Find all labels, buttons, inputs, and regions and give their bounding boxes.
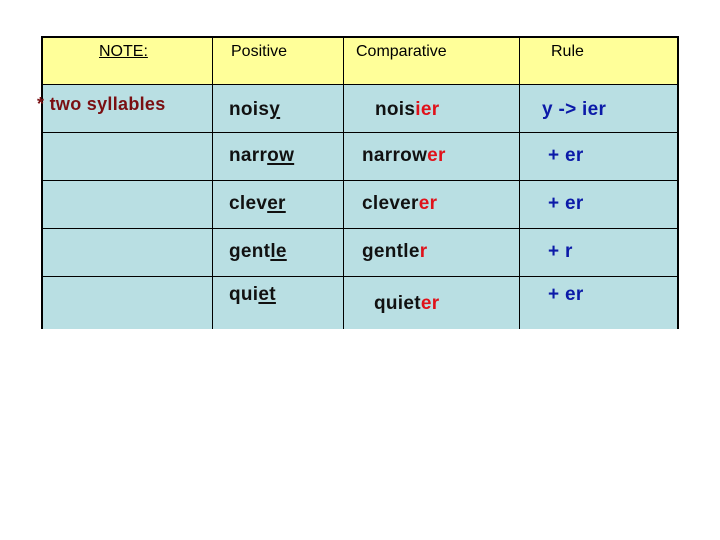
comparative-stem: quiet bbox=[374, 293, 421, 314]
rule-cell: + r bbox=[520, 229, 679, 276]
table-row: clever cleverer + er bbox=[43, 181, 677, 229]
positive-cell: quiet bbox=[213, 277, 344, 329]
rule-text: + er bbox=[548, 284, 584, 305]
comparative-word: noisier bbox=[375, 99, 439, 121]
table-row: gentle gentler + r bbox=[43, 229, 677, 277]
comparative-cell: cleverer bbox=[344, 181, 520, 228]
rule-cell: + er bbox=[520, 133, 679, 180]
rule-text: + er bbox=[548, 193, 584, 214]
header-cell-rule: Rule bbox=[520, 38, 679, 84]
positive-stem: clev bbox=[229, 193, 268, 214]
table-row: narrow narrower + er bbox=[43, 133, 677, 181]
positive-ending: ow bbox=[267, 145, 295, 166]
positive-stem: gent bbox=[229, 241, 271, 262]
comparative-stem: gentle bbox=[362, 241, 420, 262]
positive-stem: narr bbox=[229, 145, 268, 166]
positive-word: gentle bbox=[229, 241, 287, 263]
comparative-word: gentler bbox=[362, 241, 427, 263]
comparative-word: narrower bbox=[362, 145, 446, 167]
positive-stem: qui bbox=[229, 284, 259, 305]
label-cell: * two syllables bbox=[37, 85, 213, 132]
comparative-suffix: er bbox=[418, 193, 438, 214]
positive-heading: Positive bbox=[231, 43, 288, 60]
rule-text: + er bbox=[548, 145, 584, 166]
positive-ending: et bbox=[258, 284, 276, 305]
comparative-suffix: er bbox=[420, 293, 440, 314]
positive-word: quiet bbox=[229, 284, 276, 306]
positive-word: narrow bbox=[229, 145, 294, 167]
table-row: quiet quieter + er bbox=[43, 277, 677, 329]
comparative-cell: quieter bbox=[344, 277, 520, 329]
comparative-cell: narrower bbox=[344, 133, 520, 180]
label-cell bbox=[43, 229, 213, 276]
comparative-cell: gentler bbox=[344, 229, 520, 276]
rule-heading: Rule bbox=[551, 43, 584, 60]
header-cell-comparative: Comparative bbox=[344, 38, 520, 84]
comparative-cell: noisier bbox=[344, 85, 520, 132]
positive-stem: nois bbox=[229, 99, 270, 120]
positive-ending: er bbox=[267, 193, 286, 214]
comparative-stem: clever bbox=[362, 193, 419, 214]
rule-text: y -> ier bbox=[542, 99, 607, 120]
positive-ending: y bbox=[269, 99, 281, 120]
positive-word: noisy bbox=[229, 99, 280, 121]
positive-ending: le bbox=[270, 241, 287, 262]
positive-word: clever bbox=[229, 193, 286, 215]
comparative-suffix: er bbox=[427, 145, 446, 166]
comparative-suffix: r bbox=[419, 241, 428, 262]
comparative-word: quieter bbox=[374, 293, 439, 315]
header-cell-note: NOTE: bbox=[43, 38, 213, 84]
comparative-word: cleverer bbox=[362, 193, 437, 215]
positive-cell: clever bbox=[213, 181, 344, 228]
label-cell bbox=[43, 181, 213, 228]
positive-cell: noisy bbox=[213, 85, 344, 132]
comparative-heading: Comparative bbox=[356, 43, 447, 60]
label-cell bbox=[43, 277, 213, 329]
label-cell bbox=[43, 133, 213, 180]
note-heading: NOTE: bbox=[99, 43, 148, 60]
positive-cell: narrow bbox=[213, 133, 344, 180]
positive-cell: gentle bbox=[213, 229, 344, 276]
table-row: * two syllables noisy noisier y -> ier bbox=[37, 85, 679, 133]
comparatives-table: NOTE: Positive Comparative Rule * two sy… bbox=[37, 36, 679, 329]
comparative-suffix: ier bbox=[415, 99, 440, 120]
rule-cell: y -> ier bbox=[520, 85, 679, 132]
rule-cell: + er bbox=[520, 181, 679, 228]
table-header-row: NOTE: Positive Comparative Rule bbox=[43, 38, 677, 85]
rule-text: + r bbox=[548, 241, 573, 262]
header-cell-positive: Positive bbox=[213, 38, 344, 84]
comparative-stem: narrow bbox=[362, 145, 428, 166]
rule-cell: + er bbox=[520, 277, 679, 329]
comparative-stem: nois bbox=[375, 99, 416, 120]
two-syllables-label: * two syllables bbox=[37, 94, 166, 114]
